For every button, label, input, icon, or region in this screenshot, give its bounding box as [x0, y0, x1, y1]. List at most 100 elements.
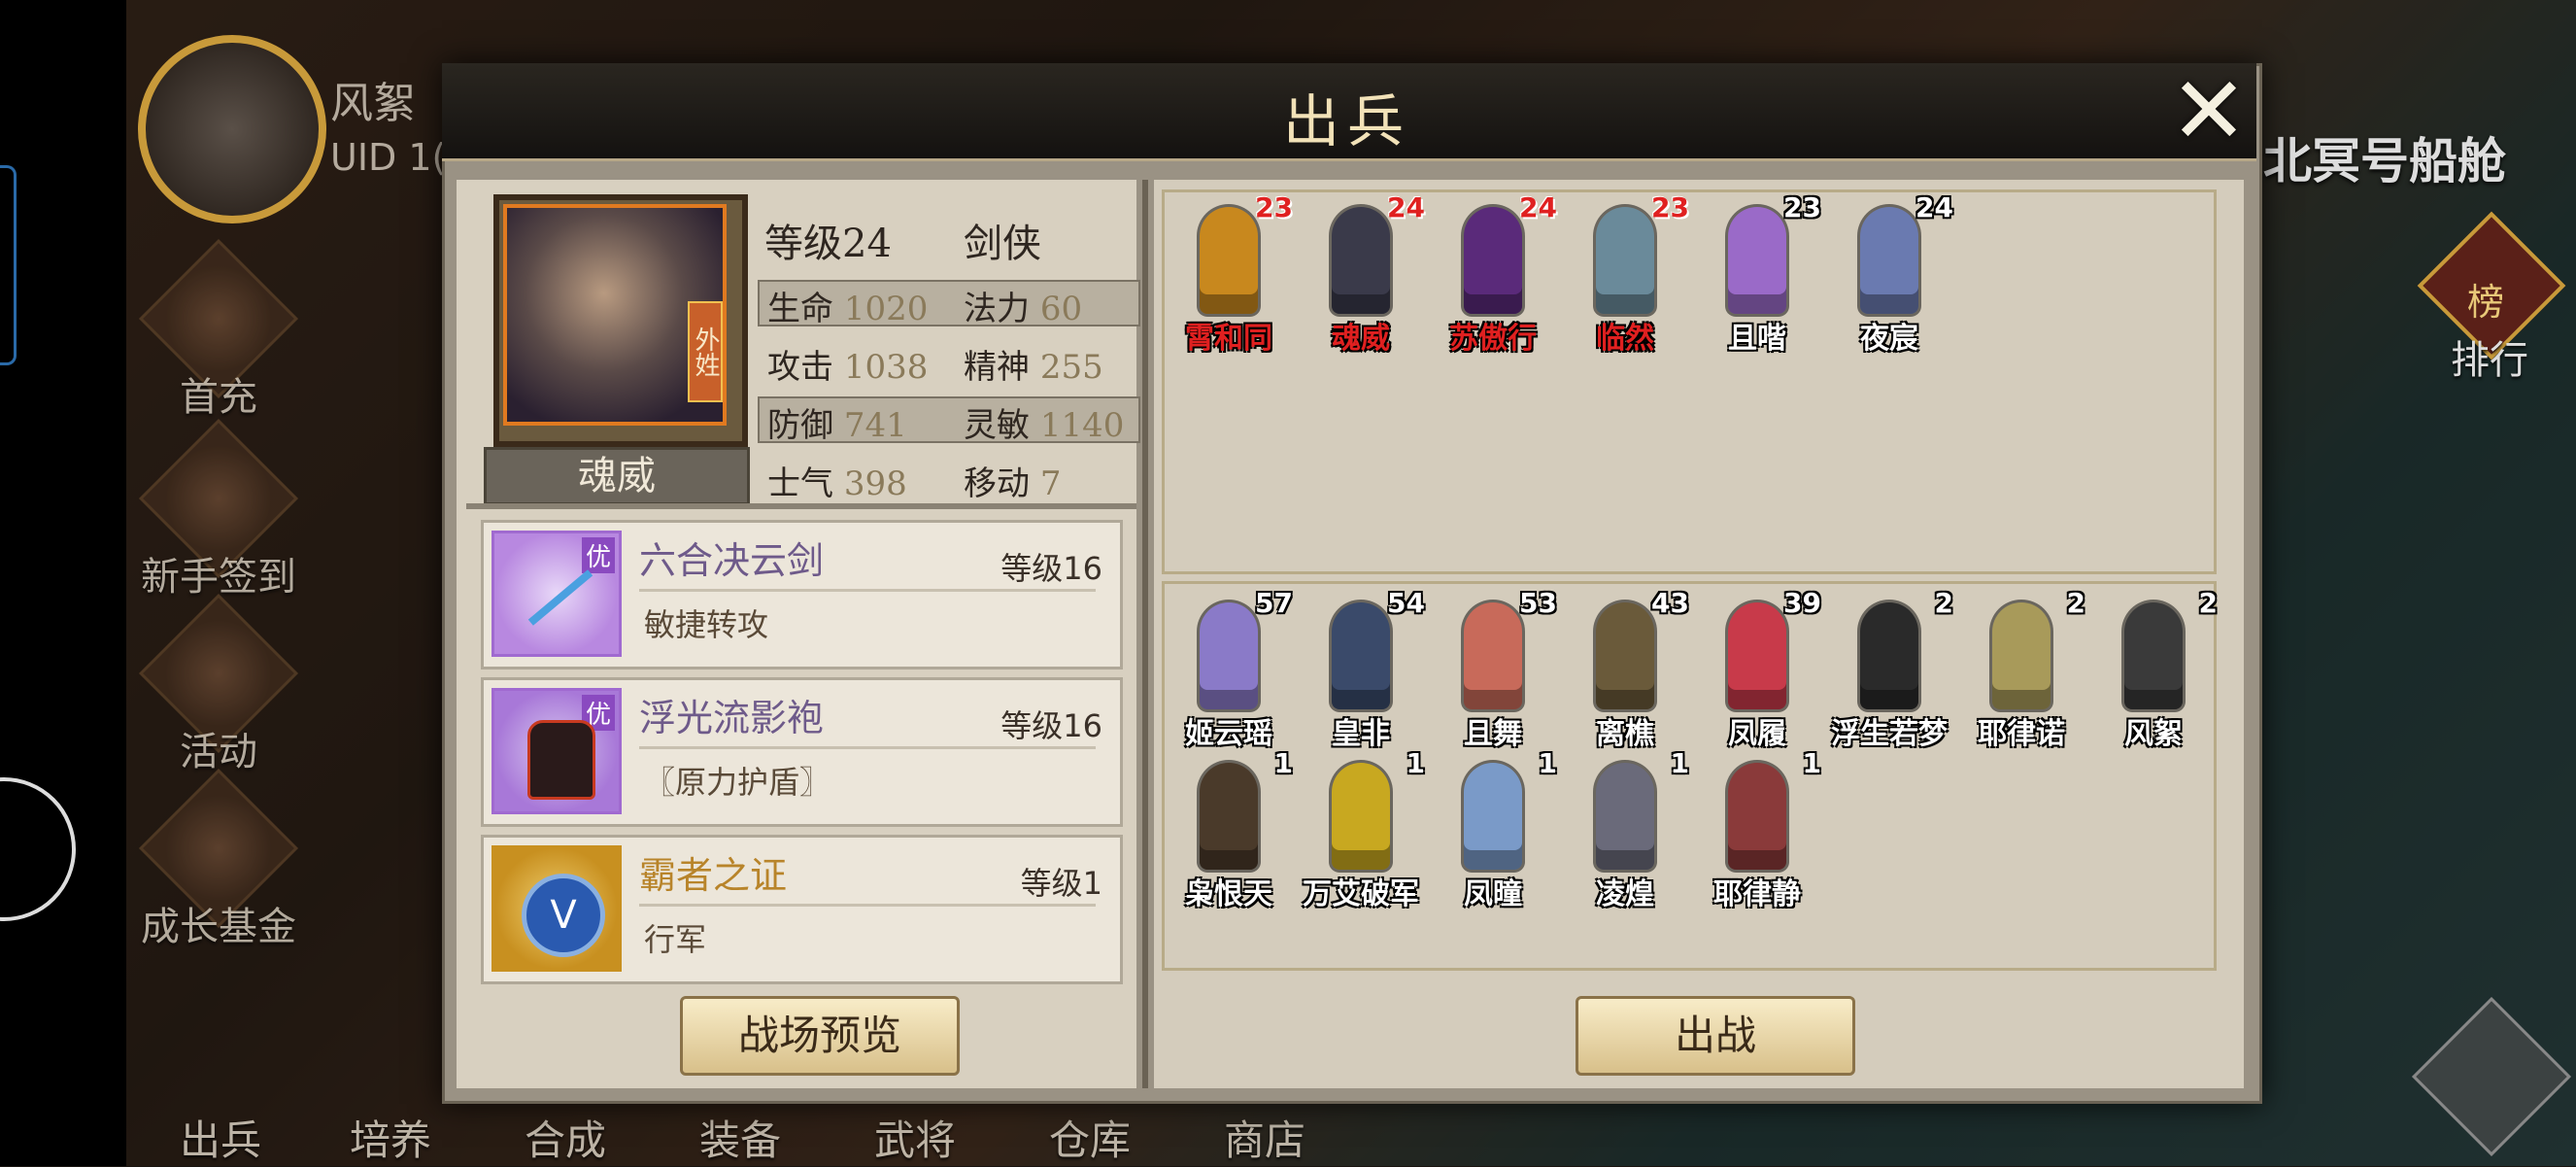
divider	[639, 746, 1096, 749]
unit-name: 夜宸	[1860, 322, 1918, 356]
unit-name: 苏傲行	[1449, 322, 1537, 356]
unit-slot[interactable]: 43 离樵	[1557, 587, 1693, 751]
stat-label: 移动	[964, 464, 1030, 503]
unit-name: 姬云瑶	[1185, 717, 1272, 751]
unit-level: 1	[1538, 747, 1557, 779]
menu-icon	[2411, 996, 2572, 1157]
stat-label: 生命	[767, 290, 833, 328]
stat-label: 精神	[964, 348, 1030, 387]
unit-name: 且舞	[1464, 717, 1522, 751]
close-icon[interactable]: ✕	[2168, 64, 2250, 157]
unit-slot[interactable]: 1 耶律静	[1689, 747, 1825, 911]
armor-icon: 优	[491, 688, 622, 814]
unit-slot[interactable]: 2 浮生若梦	[1821, 587, 1957, 751]
rank-button[interactable]: 榜 排行	[2417, 211, 2566, 383]
unit-name: 凌煌	[1596, 877, 1654, 911]
unit-level: 39	[1783, 587, 1821, 619]
system-edge-bar	[0, 165, 17, 365]
unit-slot[interactable]: 23 霄和同	[1161, 191, 1297, 356]
menu-growth-fund[interactable]: 成长基金	[121, 768, 316, 951]
unit-level: 23	[1255, 191, 1293, 223]
stat-value: 60	[1039, 290, 1083, 328]
rank-label: 排行	[2451, 338, 2528, 383]
unit-slot[interactable]: 1 万艾破军	[1293, 747, 1429, 911]
unit-sprite	[1728, 207, 1786, 314]
unit-sprite	[1200, 602, 1258, 709]
unit-sprite	[1464, 763, 1522, 870]
main-menu-button[interactable]	[2411, 996, 2572, 1157]
unit-sprite	[1464, 602, 1522, 709]
deploy-button[interactable]: 出战	[1576, 996, 1855, 1076]
divider	[639, 589, 1096, 592]
hero-name: 魂威	[484, 447, 750, 505]
unit-sprite	[1860, 207, 1918, 314]
bottom-menu-train[interactable]: 培养	[350, 1108, 431, 1167]
bottom-menu-equipment[interactable]: 装备	[699, 1108, 781, 1167]
equipment-desc: 敏捷转攻	[644, 606, 769, 643]
unit-name: 离樵	[1596, 717, 1654, 751]
unit-slot[interactable]: 2 耶律诺	[1953, 587, 2089, 751]
unit-sprite	[1464, 207, 1522, 314]
stat-hp: 生命 1020	[767, 282, 928, 329]
unit-level: 24	[1519, 191, 1557, 223]
unit-slot[interactable]: 54 皇非	[1293, 587, 1429, 751]
unit-level: 1	[1273, 747, 1293, 779]
unit-name: 耶律静	[1713, 877, 1801, 911]
unit-name: 枭恨天	[1185, 877, 1272, 911]
stat-label: 士气	[767, 464, 833, 503]
unit-slot[interactable]: 39 凤履	[1689, 587, 1825, 751]
equipment-slot-accessory[interactable]: V 霸者之证 等级1 行军	[481, 835, 1123, 984]
unit-slot[interactable]: 1 凤曈	[1425, 747, 1561, 911]
unit-name: 临然	[1596, 322, 1654, 356]
bottom-menu-deploy[interactable]: 出兵	[180, 1108, 261, 1167]
bottom-menu-warehouse[interactable]: 仓库	[1049, 1108, 1131, 1167]
menu-label: 首充	[180, 375, 257, 420]
unit-slot[interactable]: 1 凌煌	[1557, 747, 1693, 911]
stat-value: 1140	[1039, 406, 1125, 445]
unit-slot[interactable]: 57 姬云瑶	[1161, 587, 1297, 751]
stat-morale: 士气 398	[767, 457, 907, 504]
equipment-slot-armor[interactable]: 优 浮光流影袍 等级16 〖原力护盾〗	[481, 677, 1123, 827]
divider	[639, 904, 1096, 907]
bottom-menu-synthesize[interactable]: 合成	[525, 1108, 606, 1167]
unit-slot[interactable]: 23 且喈	[1689, 191, 1825, 356]
stat-value: 7	[1039, 464, 1062, 503]
unit-slot[interactable]: 24 魂威	[1293, 191, 1429, 356]
equipment-name: 浮光流影袍	[639, 697, 825, 739]
unit-level: 54	[1387, 587, 1425, 619]
unit-level: 1	[1670, 747, 1689, 779]
unit-sprite	[1860, 602, 1918, 709]
equipment-desc: 〖原力护盾〗	[644, 764, 831, 801]
quality-badge: 优	[581, 537, 615, 573]
equipment-level: 等级16	[1000, 707, 1102, 744]
menu-label: 成长基金	[141, 905, 296, 949]
bottom-menu-shop[interactable]: 商店	[1224, 1108, 1305, 1167]
unit-slot[interactable]: 24 夜宸	[1821, 191, 1957, 356]
unit-name: 凤履	[1728, 717, 1786, 751]
unit-name: 万艾破军	[1303, 877, 1419, 911]
menu-newbie-signin[interactable]: 新手签到	[121, 418, 316, 601]
unit-slot[interactable]: 24 苏傲行	[1425, 191, 1561, 356]
equipment-desc: 行军	[644, 921, 707, 958]
stat-value: 741	[843, 406, 907, 445]
menu-first-recharge[interactable]: 首充	[121, 238, 316, 422]
unit-slot[interactable]: 23 临然	[1557, 191, 1693, 356]
stat-label: 法力	[964, 290, 1030, 328]
unit-slot[interactable]: 1 枭恨天	[1161, 747, 1297, 911]
sword-blade	[527, 569, 593, 626]
unit-slot[interactable]: 53 且舞	[1425, 587, 1561, 751]
screen-edge	[0, 0, 126, 1166]
equipment-level: 等级16	[1000, 550, 1102, 587]
stat-defense: 防御 741	[767, 398, 907, 446]
bottom-menu-generals[interactable]: 武将	[874, 1108, 956, 1167]
sword-icon: 优	[491, 531, 622, 657]
equipment-slot-weapon[interactable]: 优 六合决云剑 等级16 敏捷转攻	[481, 520, 1123, 669]
battlefield-preview-button[interactable]: 战场预览	[680, 996, 960, 1076]
menu-events[interactable]: 活动	[121, 593, 316, 776]
unit-sprite	[1332, 207, 1390, 314]
unit-sprite	[1332, 602, 1390, 709]
unit-slot[interactable]: 2 风絮	[2085, 587, 2221, 751]
unit-name: 魂威	[1332, 322, 1390, 356]
unit-name: 耶律诺	[1978, 717, 2065, 751]
stat-agility: 灵敏 1140	[964, 398, 1124, 446]
